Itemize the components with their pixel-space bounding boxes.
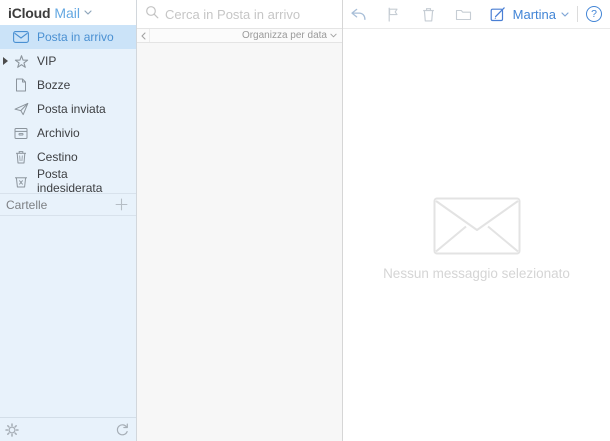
sidebar-item-label: Posta inviata — [37, 102, 106, 116]
refresh-icon[interactable] — [115, 423, 129, 437]
junk-icon — [12, 172, 30, 190]
sidebar-item-inbox[interactable]: Posta in arrivo — [0, 25, 136, 49]
add-folder-button[interactable] — [115, 198, 128, 211]
chevron-down-icon — [330, 33, 337, 38]
message-list-empty — [137, 43, 342, 441]
sidebar-item-junk[interactable]: Posta indesiderata — [0, 167, 136, 195]
sort-menu[interactable]: Organizza per data — [242, 29, 342, 42]
sidebar-item-label: Cestino — [37, 150, 78, 164]
sidebar-item-sent[interactable]: Posta inviata — [0, 97, 136, 121]
search-bar — [137, 0, 342, 29]
flag-icon[interactable] — [384, 5, 402, 23]
sidebar-item-vip[interactable]: VIP — [0, 49, 136, 73]
sidebar: iCloud Mail Posta in arrivo VIP Bozze Po… — [0, 0, 137, 441]
gear-icon[interactable] — [5, 422, 19, 437]
sidebar-item-archive[interactable]: Archivio — [0, 121, 136, 145]
list-header: Organizza per data — [137, 29, 342, 43]
account-menu[interactable]: Martina — [513, 7, 569, 22]
sidebar-item-label: VIP — [37, 54, 57, 68]
message-content-pane: Martina ? Nessun messaggio selezionato — [343, 0, 610, 441]
archive-icon — [12, 124, 30, 142]
app-switcher[interactable]: Mail — [54, 5, 80, 21]
envelope-icon — [433, 197, 520, 255]
toolbar-divider — [577, 6, 578, 22]
message-actions — [347, 5, 507, 23]
message-list-pane: Organizza per data — [137, 0, 343, 441]
chevron-down-icon[interactable] — [84, 10, 92, 15]
reply-icon[interactable] — [349, 5, 367, 23]
search-input[interactable] — [165, 6, 335, 22]
folders-section: Cartelle — [0, 194, 136, 215]
empty-message-state: Nessun messaggio selezionato — [343, 29, 610, 441]
icloud-mail-window: iCloud Mail Posta in arrivo VIP Bozze Po… — [0, 0, 610, 441]
sidebar-item-drafts[interactable]: Bozze — [0, 73, 136, 97]
message-toolbar: Martina ? — [343, 0, 610, 29]
empty-state-label: Nessun messaggio selezionato — [383, 266, 570, 281]
icloud-brand[interactable]: iCloud — [8, 5, 51, 21]
sort-label: Organizza per data — [241, 30, 327, 41]
folder-icon[interactable] — [454, 5, 472, 23]
folders-label: Cartelle — [6, 197, 48, 212]
draft-icon — [12, 76, 30, 94]
help-button[interactable]: ? — [586, 6, 602, 22]
sidebar-item-label: Bozze — [37, 78, 71, 92]
account-name: Martina — [512, 6, 556, 22]
mailbox-list: Posta in arrivo VIP Bozze Posta inviata … — [0, 25, 136, 195]
sidebar-item-label: Posta in arrivo — [37, 30, 114, 44]
sidebar-item-label: Archivio — [37, 126, 80, 140]
sidebar-item-label: Posta indesiderata — [37, 167, 103, 195]
compose-icon[interactable] — [489, 5, 507, 23]
disclosure-triangle-icon[interactable] — [3, 57, 8, 65]
search-icon — [145, 5, 159, 24]
inbox-icon — [12, 28, 30, 46]
sidebar-item-trash[interactable]: Cestino — [0, 145, 136, 169]
help-question-mark: ? — [591, 7, 597, 20]
sidebar-footer — [0, 417, 136, 441]
trash-icon[interactable] — [419, 5, 437, 23]
trash-icon — [12, 148, 30, 166]
sidebar-empty-area — [0, 216, 136, 417]
app-header: iCloud Mail — [0, 0, 136, 25]
star-icon — [12, 52, 30, 70]
chevron-down-icon — [561, 11, 569, 17]
paper-plane-icon — [12, 100, 30, 118]
chevron-left-icon[interactable] — [137, 29, 150, 42]
